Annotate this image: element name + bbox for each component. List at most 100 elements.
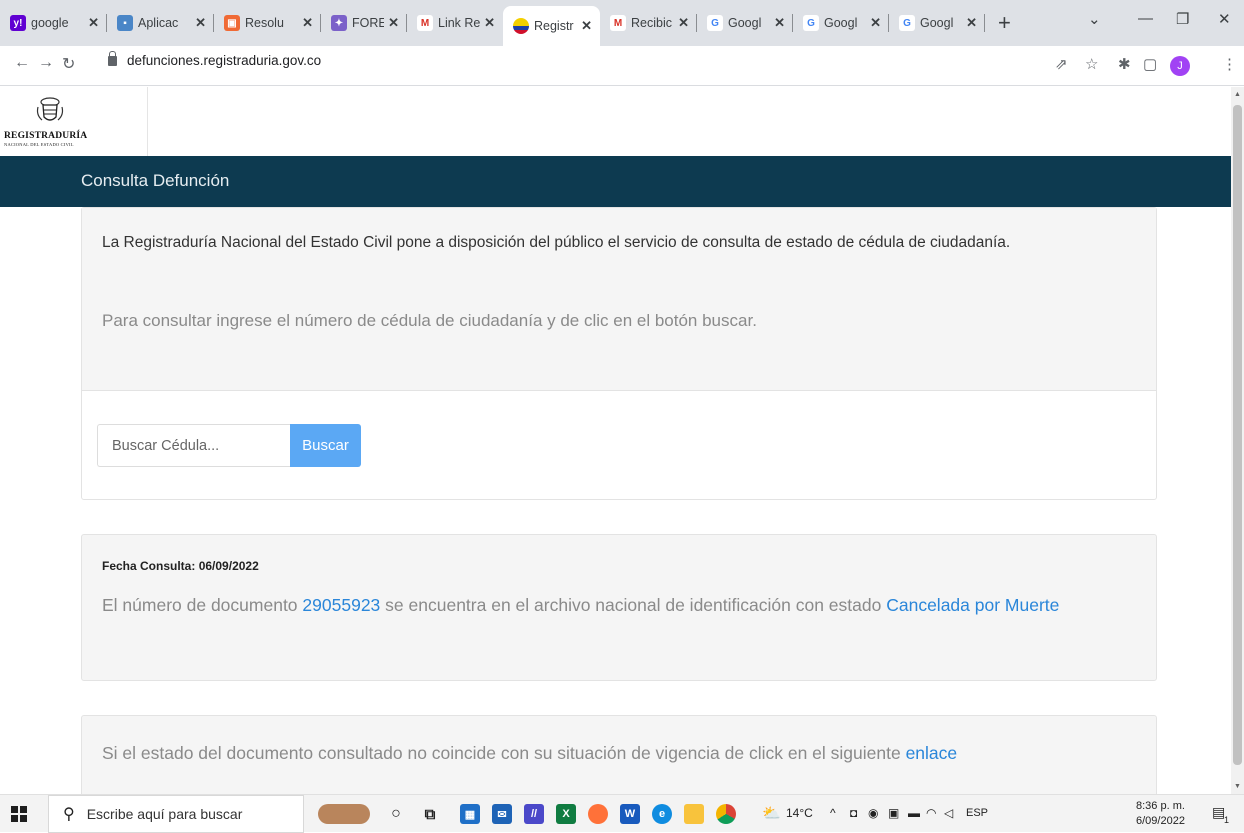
tab-label: Recibic	[631, 16, 672, 30]
close-icon[interactable]: ✕	[484, 15, 495, 31]
mail-icon[interactable]: ✉	[492, 804, 512, 824]
profile-avatar[interactable]: J	[1170, 56, 1190, 76]
close-icon[interactable]: ✕	[678, 15, 689, 31]
reload-icon[interactable]: ↻	[62, 54, 75, 74]
app-launcher-icon[interactable]: //	[524, 804, 544, 824]
new-tab-icon[interactable]: +	[998, 10, 1011, 36]
tab-recibido[interactable]: M Recibic ✕	[600, 8, 697, 38]
extensions-icon[interactable]: ✱	[1118, 55, 1131, 73]
minimize-icon[interactable]: —	[1138, 10, 1153, 27]
result-text-middle: se encuentra en el archivo nacional de i…	[385, 595, 882, 615]
weather-icon[interactable]: ⛅	[762, 804, 781, 822]
registraduria-icon	[513, 18, 529, 34]
close-icon[interactable]: ✕	[88, 15, 99, 31]
close-icon[interactable]: ✕	[774, 15, 785, 31]
gmail-icon: M	[610, 15, 626, 31]
battery-icon[interactable]: ▬	[908, 806, 920, 820]
word-icon[interactable]: W	[620, 804, 640, 824]
close-icon[interactable]: ✕	[195, 15, 206, 31]
logo-title: REGISTRADURÍA	[4, 131, 88, 141]
tab-resolucion[interactable]: ▣ Resolu ✕	[214, 8, 321, 38]
chrome-icon[interactable]	[716, 804, 736, 824]
site-logo[interactable]: REGISTRADURÍA NACIONAL DEL ESTADO CIVIL	[0, 87, 148, 156]
cortana-icon[interactable]: ○	[386, 804, 406, 824]
top-navbar: Consulta Defunción	[0, 156, 1231, 207]
system-clock[interactable]: 8:36 p. m. 6/09/2022	[1136, 799, 1185, 829]
page-viewport: REGISTRADURÍA NACIONAL DEL ESTADO CIVIL …	[0, 87, 1231, 794]
scroll-up-icon[interactable]: ▲	[1234, 91, 1241, 98]
taskbar-search-placeholder: Escribe aquí para buscar	[86, 806, 243, 822]
tab-aplicacion[interactable]: ▪ Aplicac ✕	[107, 8, 214, 38]
notification-count: 1	[1224, 815, 1230, 825]
search-panel: La Registraduría Nacional del Estado Civ…	[81, 207, 1157, 500]
footer-note-text: Si el estado del documento consultado no…	[102, 743, 901, 763]
tab-google-2[interactable]: G Googl ✕	[793, 8, 889, 38]
share-icon[interactable]: ⇗	[1055, 55, 1068, 73]
windows-start-icon[interactable]	[11, 806, 27, 822]
tab-label: Link Re	[438, 16, 481, 30]
yahoo-icon: y!	[10, 15, 26, 31]
tab-google-3[interactable]: G Googl ✕	[889, 8, 985, 38]
restore-icon[interactable]: ❐	[1176, 10, 1189, 28]
side-panel-icon[interactable]: ▢	[1143, 55, 1157, 73]
language-indicator[interactable]: ESP	[966, 807, 988, 819]
tab-label: Registr	[534, 19, 574, 33]
edge-icon[interactable]: e	[652, 804, 672, 824]
close-icon[interactable]: ✕	[581, 18, 592, 34]
app-icon: ▪	[117, 15, 133, 31]
tab-label: Resolu	[245, 16, 284, 30]
file-explorer-icon[interactable]	[684, 804, 704, 824]
tray-display-icon[interactable]: ▣	[888, 806, 899, 820]
address-bar: ← → ↻ defunciones.registraduria.gov.co ⇗…	[0, 46, 1244, 86]
search-button[interactable]: Buscar	[290, 424, 361, 467]
search-highlight-icon[interactable]	[318, 804, 370, 824]
document-status: Cancelada por Muerte	[886, 595, 1060, 615]
task-view-icon[interactable]: ⧉	[420, 804, 440, 824]
page-scrollbar[interactable]: ▲ ▼	[1231, 87, 1244, 794]
tab-google-1[interactable]: G Googl ✕	[697, 8, 793, 38]
window-close-icon[interactable]: ✕	[1218, 10, 1231, 28]
lock-icon[interactable]	[108, 50, 117, 66]
url-field[interactable]: defunciones.registraduria.gov.co	[108, 50, 321, 68]
intro-text: La Registraduría Nacional del Estado Civ…	[102, 234, 1011, 251]
document-number: 29055923	[302, 595, 381, 615]
taskbar-search[interactable]: ⚲ Escribe aquí para buscar	[48, 795, 304, 833]
tray-chevron-icon[interactable]: ^	[830, 806, 836, 820]
tab-registraduria[interactable]: Registr ✕	[503, 6, 600, 46]
excel-icon[interactable]: X	[556, 804, 576, 824]
back-icon[interactable]: ←	[14, 54, 30, 72]
tab-label: FORES	[352, 16, 385, 30]
footer-note-panel: Si el estado del documento consultado no…	[81, 715, 1157, 794]
close-icon[interactable]: ✕	[870, 15, 881, 31]
cedula-search-input[interactable]: Buscar Cédula...	[97, 424, 290, 467]
scroll-thumb[interactable]	[1233, 105, 1242, 765]
tab-google[interactable]: y! google ✕	[0, 8, 107, 38]
result-text-before: El número de documento	[102, 595, 298, 615]
close-icon[interactable]: ✕	[388, 15, 399, 31]
meet-icon[interactable]: ◘	[850, 806, 857, 820]
close-icon[interactable]: ✕	[302, 15, 313, 31]
tab-label: Googl	[920, 16, 954, 30]
tab-search-chevron-icon[interactable]: ⌄	[1088, 10, 1101, 28]
weather-temperature[interactable]: 14°C	[786, 806, 813, 820]
tab-label: Aplicac	[138, 16, 179, 30]
tab-label: google	[31, 16, 69, 30]
forward-icon[interactable]: →	[38, 54, 54, 72]
scroll-down-icon[interactable]: ▼	[1234, 783, 1241, 790]
url-text[interactable]: defunciones.registraduria.gov.co	[127, 53, 321, 68]
microsoft-store-icon[interactable]: ▦	[460, 804, 480, 824]
wifi-icon[interactable]: ◠	[926, 806, 936, 820]
footer-note: Si el estado del documento consultado no…	[102, 743, 957, 764]
tab-forest[interactable]: ✦ FORES ✕	[321, 8, 407, 38]
firefox-icon[interactable]	[588, 804, 608, 824]
navbar-brand[interactable]: Consulta Defunción	[81, 171, 229, 191]
volume-icon[interactable]: ◁	[944, 806, 953, 820]
close-icon[interactable]: ✕	[966, 15, 977, 31]
tab-label: Googl	[728, 16, 762, 30]
intro-section: La Registraduría Nacional del Estado Civ…	[82, 208, 1156, 391]
menu-kebab-icon[interactable]: ⋮	[1222, 55, 1237, 73]
tray-app-icon[interactable]: ◉	[868, 806, 878, 820]
footer-link[interactable]: enlace	[906, 743, 958, 763]
tab-link-re[interactable]: M Link Re ✕	[407, 8, 503, 38]
bookmark-star-icon[interactable]: ☆	[1085, 55, 1098, 73]
